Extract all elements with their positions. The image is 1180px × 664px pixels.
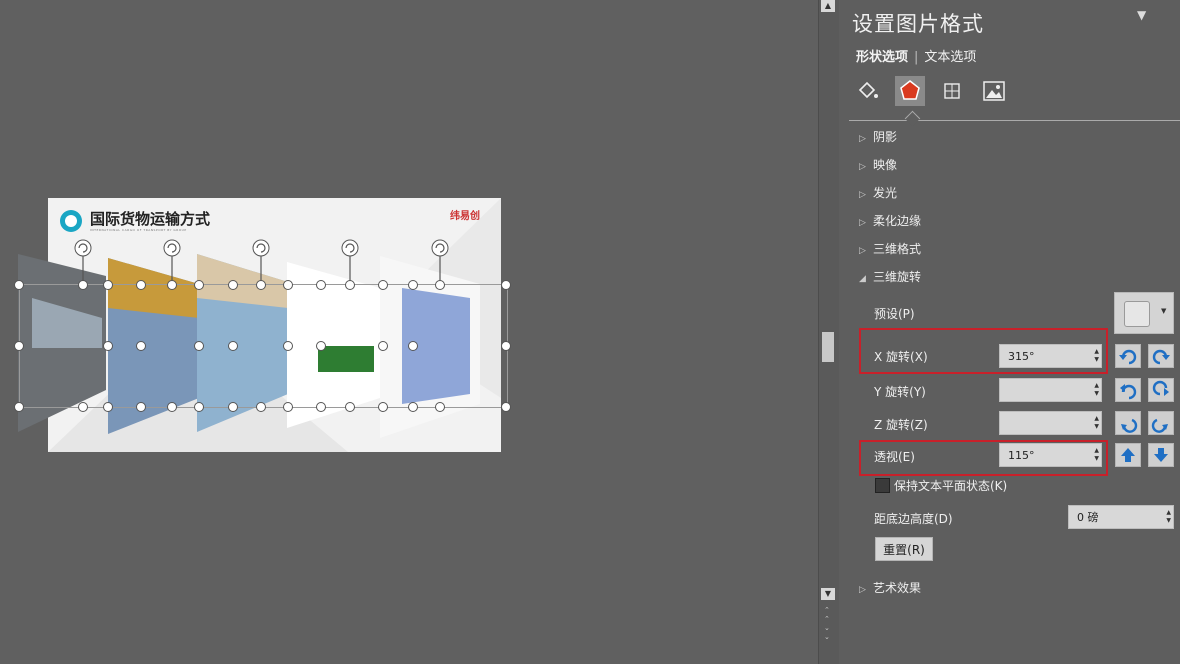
next-slide-icon[interactable]: ⌄ ⌄ [824,624,830,642]
x-rotation-highlight [859,328,1108,374]
z-rotation-input[interactable]: ▲ ▼ [999,411,1102,435]
distance-spinner[interactable]: ▲ ▼ [1166,509,1171,525]
size-properties-icon[interactable] [937,76,967,106]
tab-text-options[interactable]: 文本选项 [924,50,976,65]
y-rotate-down-button[interactable] [1148,378,1174,402]
chevron-down-icon: ▼ [1161,307,1167,315]
tab-divider [849,120,1180,121]
scroll-thumb[interactable] [822,332,834,362]
effects-pentagon-icon[interactable] [895,76,925,106]
section-3d-rotation[interactable]: ◢ 三维旋转 [859,268,921,285]
distance-label: 距底边高度(D) [874,512,953,526]
preset-label: 预设(P) [874,307,915,321]
picture-icon[interactable] [979,76,1009,106]
scroll-down-button[interactable]: ▼ [821,588,835,600]
z-rotation-spinner[interactable]: ▲ ▼ [1094,415,1099,431]
keep-text-flat-label: 保持文本平面状态(K) [894,479,1008,493]
section-3d-format[interactable]: ▷ 三维格式 [859,240,921,257]
section-glow[interactable]: ▷ 发光 [859,184,897,201]
y-rotate-up-button[interactable] [1115,378,1141,402]
preset-dropdown[interactable]: ▼ [1114,292,1174,334]
distance-input[interactable]: 0 磅 ▲ ▼ [1068,505,1174,529]
prev-slide-icon[interactable]: ⌃ ⌃ [824,606,830,624]
section-shadow[interactable]: ▷ 阴影 [859,128,897,145]
section-soft-edges[interactable]: ▷ 柔化边缘 [859,212,921,229]
keep-text-flat-checkbox[interactable] [875,478,890,493]
x-rotate-left-button[interactable] [1115,344,1141,368]
x-rotate-right-button[interactable] [1148,344,1174,368]
perspective-decrease-button[interactable] [1148,443,1174,467]
perspective-highlight [859,440,1108,476]
slide[interactable]: 国际货物运输方式 INTERNATIONAL CARGO OF TRANSPOR… [18,198,508,452]
preset-preview-icon [1124,301,1150,327]
pane-options-icon[interactable]: ▼ [1137,8,1146,22]
z-rotate-ccw-button[interactable] [1115,411,1141,435]
z-rotate-cw-button[interactable] [1148,411,1174,435]
format-picture-pane: 设置图片格式 ▼ 形状选项 | 文本选项 ▷ 阴影 ▷ 映像 ▷ 发光 ▷ 柔化边缘 ▷ 三维… [839,0,1180,664]
canvas-scrollbar[interactable]: ▲ ▼ ⌃ ⌃ ⌄ ⌄ [818,0,839,664]
slide-canvas: 国际货物运输方式 INTERNATIONAL CARGO OF TRANSPOR… [0,0,818,664]
section-artistic-effects[interactable]: ▷ 艺术效果 [859,579,921,596]
tab-shape-options[interactable]: 形状选项 [856,50,908,65]
reset-button[interactable]: 重置(R) [875,537,933,561]
y-rotation-spinner[interactable]: ▲ ▼ [1094,382,1099,398]
y-rotation-label: Y 旋转(Y) [874,385,926,399]
section-reflection[interactable]: ▷ 映像 [859,156,897,173]
fill-line-icon[interactable] [852,76,882,106]
z-rotation-label: Z 旋转(Z) [874,418,928,432]
active-tab-caret [904,110,921,127]
pane-tabs: 形状选项 | 文本选项 [856,50,977,65]
pane-title: 设置图片格式 [852,12,984,36]
perspective-increase-button[interactable] [1115,443,1141,467]
selection-frame[interactable] [19,284,508,408]
y-rotation-input[interactable]: ▲ ▼ [999,378,1102,402]
scroll-up-button[interactable]: ▲ [821,0,835,12]
